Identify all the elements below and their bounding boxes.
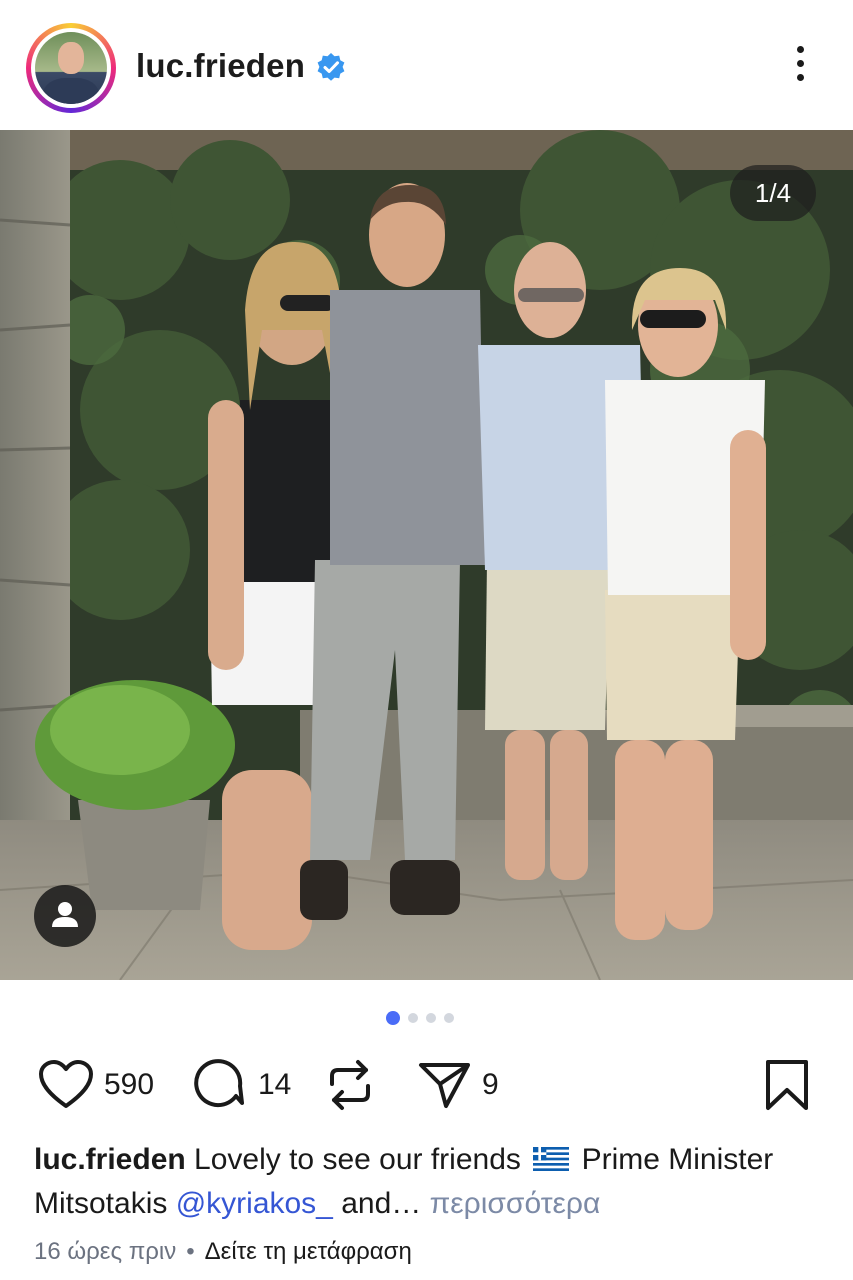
tagged-people-button[interactable] [34,885,96,947]
heart-icon [39,1060,93,1108]
like-count: 590 [104,1068,155,1101]
comment-button[interactable]: 14 [194,1050,291,1120]
image-counter: 1/4 [730,165,816,221]
post-username[interactable]: luc.frieden [136,47,305,85]
caption-username[interactable]: luc.frieden [34,1143,186,1176]
more-options-button[interactable] [786,46,814,90]
more-link[interactable]: περισσότερα [430,1187,601,1220]
person-tag-icon [52,902,78,927]
action-bar: 590 14 9 [0,1050,853,1120]
separator: • [186,1238,195,1265]
caption-text: and… [332,1187,430,1220]
profile-photo [35,32,107,104]
photo-scene [0,130,853,980]
more-vertical-icon [796,46,804,53]
send-icon [419,1063,470,1108]
repost-button[interactable] [326,1050,374,1120]
mention-link[interactable]: @kyriakos_ [176,1187,333,1220]
share-button[interactable]: 9 [418,1050,499,1120]
comment-count: 14 [258,1068,292,1101]
carousel-dot-active [386,1011,400,1025]
carousel-dot [408,1013,418,1023]
carousel-dot [426,1013,436,1023]
comment-icon [194,1059,244,1108]
post-image[interactable]: 1/4 [0,130,853,980]
share-count: 9 [482,1068,499,1101]
verified-badge-icon [317,53,345,81]
post-header: luc.frieden [0,0,853,130]
save-button[interactable] [764,1050,810,1120]
caption-text: Lovely to see our friends [185,1143,530,1176]
post-caption: luc.frieden Lovely to see our friends Pr… [34,1138,824,1226]
carousel-indicator [386,1011,454,1025]
post-meta: 16 ώρες πριν • Δείτε τη μετάφραση [34,1238,412,1266]
see-translation-link[interactable]: Δείτε τη μετάφραση [205,1238,412,1265]
repost-icon [330,1060,370,1110]
post-timestamp: 16 ώρες πριν [34,1238,177,1265]
avatar[interactable] [26,23,116,113]
bookmark-icon [766,1060,808,1110]
greece-flag-icon [533,1147,570,1171]
like-button[interactable]: 590 [38,1050,154,1120]
carousel-dot [444,1013,454,1023]
